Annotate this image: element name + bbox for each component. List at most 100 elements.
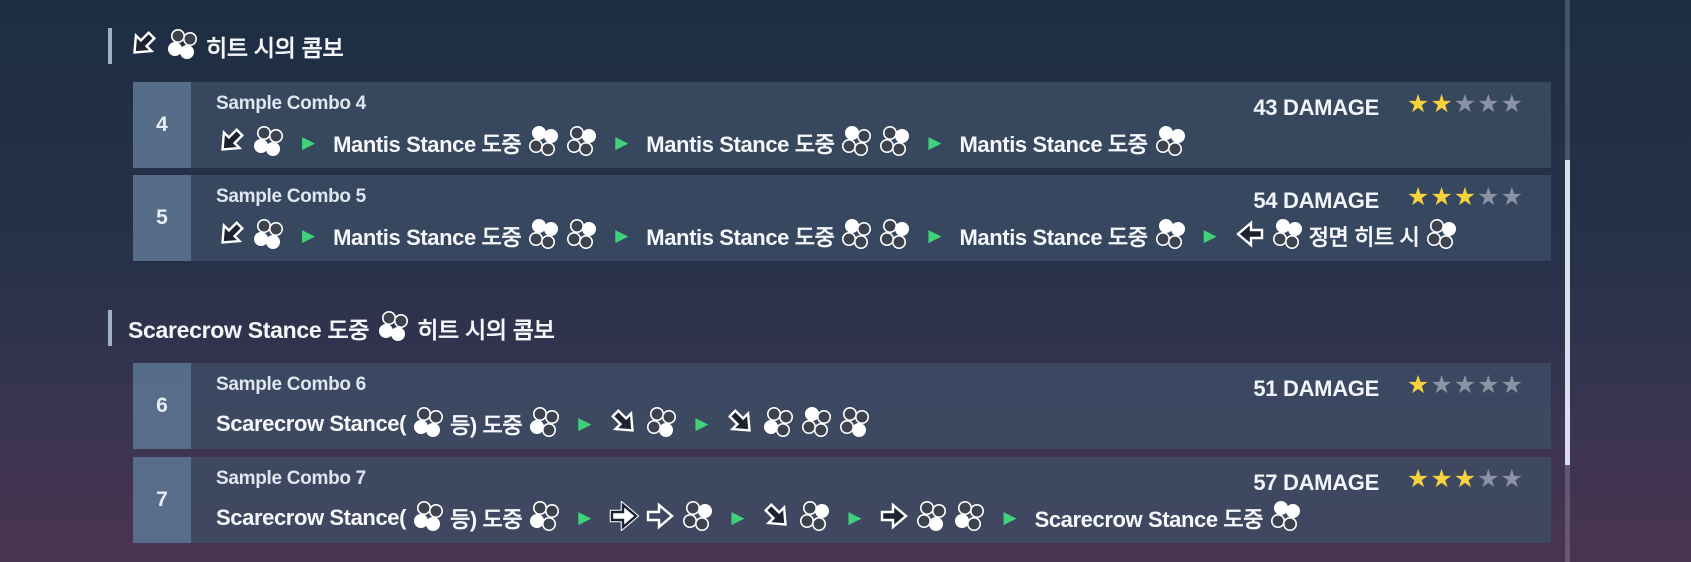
button-1-icon (840, 125, 872, 162)
button-4-icon (645, 406, 677, 443)
forward-arrow-icon (609, 499, 640, 536)
star-empty-icon: ★ (1477, 465, 1500, 493)
stance-text: Scarecrow Stance 도중 (1034, 507, 1264, 532)
difficulty-stars: ★ ★ ★ ★ ★ (1407, 185, 1523, 210)
star-empty-icon: ★ (1430, 371, 1453, 399)
difficulty-stars: ★ ★ ★ ★ ★ (1407, 373, 1523, 398)
stance-text: 등) 도중 (450, 413, 523, 438)
scrollbar-thumb[interactable] (1565, 160, 1570, 465)
button-12-icon (527, 218, 559, 255)
sequence-separator-icon: ▶ (578, 414, 592, 433)
button-12-icon (527, 125, 559, 162)
down-left-arrow-icon (128, 29, 158, 64)
combo-sequence: Scarecrow Stance( 등) 도중 ▶ ▶ ▶ ▶ Scarecro… (216, 499, 1301, 537)
button-3-icon (528, 406, 560, 443)
stance-text: Mantis Stance 도중 (646, 132, 835, 157)
combo-number: 6 (133, 363, 191, 449)
star-empty-icon: ★ (1500, 90, 1523, 118)
button-12-icon (1154, 125, 1186, 162)
star-filled-icon: ★ (1406, 371, 1430, 399)
button-34-icon (252, 125, 284, 162)
combo-sequence: Scarecrow Stance( 등) 도중 ▶ ▶ (216, 406, 870, 443)
button-1-icon (840, 218, 872, 255)
button-2-icon (1425, 218, 1457, 255)
forward-arrow-icon (645, 501, 675, 536)
button-34-icon (412, 406, 444, 443)
section-heading-scarecrow-combos: Scarecrow Stance 도중 히트 시의 콤보 (108, 310, 555, 346)
combo-row[interactable]: 7 Sample Combo 7 57 DAMAGE ★ ★ ★ ★ ★ Scarecr… (133, 457, 1551, 543)
sequence-separator-icon: ▶ (928, 133, 942, 152)
combo-damage: 43 DAMAGE (1253, 95, 1379, 120)
stance-text: Mantis Stance 도중 (646, 225, 835, 250)
button-34-icon (412, 500, 444, 537)
star-empty-icon: ★ (1500, 371, 1523, 399)
star-empty-icon: ★ (1453, 371, 1477, 399)
star-empty-icon: ★ (1477, 371, 1500, 399)
star-filled-icon: ★ (1406, 183, 1430, 211)
stance-text: Scarecrow Stance( (216, 411, 407, 436)
button-3-icon (953, 500, 985, 537)
section-heading-text: Scarecrow Stance 도중 (128, 317, 370, 343)
back-arrow-icon (1235, 219, 1265, 254)
section-heading-text: 히트 시의 콤보 (206, 35, 344, 61)
star-filled-icon: ★ (1406, 90, 1430, 118)
combo-title: Sample Combo 4 (216, 93, 366, 114)
star-empty-icon: ★ (1500, 465, 1523, 493)
button-2-icon (798, 500, 830, 537)
down-left-arrow-icon (216, 126, 246, 161)
combo-title: Sample Combo 7 (216, 468, 366, 489)
button-12-icon (1154, 218, 1186, 255)
down-right-arrow-icon (726, 407, 756, 442)
front-hit-text: 정면 히트 시 (1308, 225, 1420, 250)
stance-text: 등) 도중 (450, 507, 523, 532)
combo-damage: 57 DAMAGE (1253, 470, 1379, 495)
sequence-separator-icon: ▶ (1003, 508, 1017, 527)
button-34-icon (377, 310, 409, 347)
button-2-icon (878, 125, 910, 162)
star-empty-icon: ★ (1477, 90, 1500, 118)
sequence-separator-icon: ▶ (302, 226, 316, 245)
button-2-icon (565, 218, 597, 255)
section-heading-hit-combos: 히트 시의 콤보 (108, 28, 344, 65)
combo-number: 4 (133, 82, 191, 168)
button-2-icon (878, 218, 910, 255)
combo-row[interactable]: 4 Sample Combo 4 43 DAMAGE ★ ★ ★ ★ ★ ▶ Manti… (133, 82, 1551, 168)
difficulty-stars: ★ ★ ★ ★ ★ (1407, 467, 1523, 492)
stance-text: Mantis Stance 도중 (959, 132, 1148, 157)
button-3-icon (762, 406, 794, 443)
stance-text: Mantis Stance 도중 (333, 225, 522, 250)
star-empty-icon: ★ (1500, 183, 1523, 211)
star-filled-icon: ★ (1430, 465, 1453, 493)
combo-title: Sample Combo 6 (216, 374, 366, 395)
down-right-arrow-icon (609, 407, 639, 442)
difficulty-stars: ★ ★ ★ ★ ★ (1407, 92, 1523, 117)
star-filled-icon: ★ (1430, 183, 1453, 211)
section-heading-text: 히트 시의 콤보 (417, 317, 555, 343)
star-empty-icon: ★ (1453, 90, 1477, 118)
button-3-icon (528, 500, 560, 537)
star-filled-icon: ★ (1453, 465, 1477, 493)
sequence-separator-icon: ▶ (928, 226, 942, 245)
combo-number: 5 (133, 175, 191, 261)
down-left-arrow-icon (216, 219, 246, 254)
combo-row[interactable]: 5 Sample Combo 5 54 DAMAGE ★ ★ ★ ★ ★ ▶ Manti… (133, 175, 1551, 261)
star-filled-icon: ★ (1453, 183, 1477, 211)
star-empty-icon: ★ (1477, 183, 1500, 211)
forward-arrow-icon (879, 501, 909, 536)
button-2-icon (681, 500, 713, 537)
combo-title: Sample Combo 5 (216, 186, 366, 207)
combo-row[interactable]: 6 Sample Combo 6 51 DAMAGE ★ ★ ★ ★ ★ Scarecr… (133, 363, 1551, 449)
combo-number: 7 (133, 457, 191, 543)
combo-damage: 51 DAMAGE (1253, 376, 1379, 401)
button-12-icon (1271, 218, 1303, 255)
sequence-separator-icon: ▶ (1203, 226, 1217, 245)
sequence-separator-icon: ▶ (848, 508, 862, 527)
button-2-icon (565, 125, 597, 162)
star-filled-icon: ★ (1430, 90, 1453, 118)
stance-text: Mantis Stance 도중 (333, 132, 522, 157)
stance-text: Scarecrow Stance( (216, 505, 407, 530)
button-34-icon (166, 28, 198, 65)
sequence-separator-icon: ▶ (615, 226, 629, 245)
combo-sequence: ▶ Mantis Stance 도중 ▶ Mantis Stance 도중 ▶ … (216, 218, 1457, 255)
sequence-separator-icon: ▶ (731, 508, 745, 527)
